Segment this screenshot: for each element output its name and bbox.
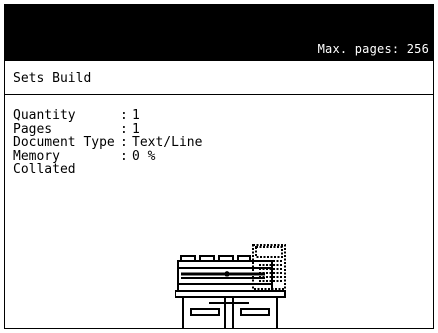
memory-value: 0 % [132, 148, 156, 164]
printer-scanner-icon [175, 244, 286, 328]
info-row-quantity: Quantity : 1 [13, 109, 202, 123]
memory-label: Memory [13, 148, 60, 164]
title-bar: Sets Build [5, 61, 433, 95]
quantity-value: 1 [132, 108, 140, 123]
quantity-separator: : [120, 108, 128, 123]
pages-label: Pages [13, 121, 53, 137]
memory-separator: : [120, 148, 128, 164]
job-info-list: Quantity : 1 Pages : 1 Document Type : T… [13, 109, 202, 177]
document-type-value: Text/Line [132, 135, 203, 150]
quantity-label: Quantity [13, 108, 76, 123]
document-type-separator: : [120, 135, 128, 150]
info-row-document-type: Document Type : Text/Line [13, 136, 202, 150]
info-row-memory: Memory : 0 % [13, 148, 202, 164]
pages-separator: : [120, 121, 128, 137]
page-title: Sets Build [13, 71, 92, 86]
pages-value: 1 [132, 121, 140, 137]
info-row-pages: Pages : 1 [13, 121, 202, 137]
collated-label: Collated [13, 162, 76, 177]
info-row-collated: Collated [13, 163, 202, 177]
device-screen: Max. pages: 256 Sets Build Quantity : 1 … [4, 4, 434, 329]
max-pages-indicator: Max. pages: 256 [317, 42, 429, 56]
status-bar: Max. pages: 256 [5, 5, 433, 61]
document-type-label: Document Type [13, 135, 115, 150]
